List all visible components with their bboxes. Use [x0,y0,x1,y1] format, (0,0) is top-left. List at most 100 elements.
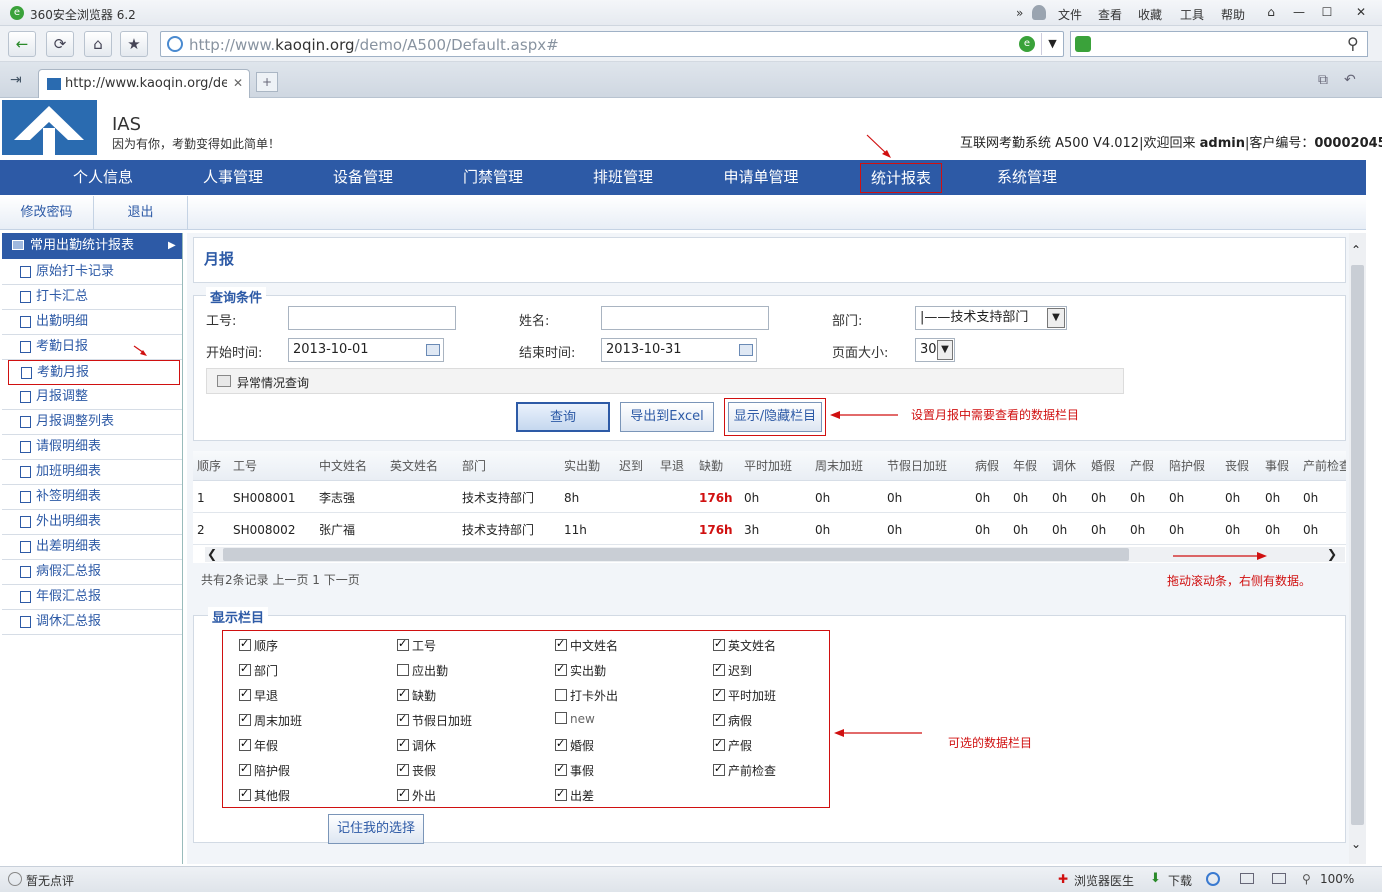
column-option[interactable]: 调休 [397,737,436,754]
ie-icon[interactable] [1206,872,1220,886]
column-option[interactable]: 缺勤 [397,687,436,704]
checkbox[interactable] [239,687,251,701]
column-option[interactable]: 英文姓名 [713,637,776,654]
checkbox[interactable] [555,637,567,651]
sidebar-item[interactable]: 请假明细表 [2,435,182,460]
checkbox[interactable] [713,662,725,676]
checkbox[interactable] [555,762,567,776]
tab-close-icon[interactable]: ✕ [233,76,243,90]
column-option[interactable]: 部门 [239,662,278,679]
menu-view[interactable]: 查看 [1098,6,1122,23]
table-row[interactable]: 1 SH008001 李志强 技术支持部门 8h 176h 0h 0h 0h 0h 0h 0h 0h 0h… [193,483,1346,513]
column-option[interactable]: 平时加班 [713,687,776,704]
sidebar-item[interactable]: 考勤日报 [2,335,182,360]
search-box[interactable]: ⚲ [1070,31,1368,57]
sidebar-item[interactable]: 考勤月报 [8,360,180,385]
download-link[interactable]: 下载 [1168,872,1192,889]
minimize-button[interactable]: — [1288,3,1310,21]
checkbox[interactable] [555,712,567,724]
column-option[interactable]: 病假 [713,712,752,729]
column-option[interactable]: 顺序 [239,637,278,654]
sidebar-item[interactable]: 出差明细表 [2,535,182,560]
column-option[interactable]: 婚假 [555,737,594,754]
sidebar-item[interactable]: 补签明细表 [2,485,182,510]
column-option[interactable]: 早退 [239,687,278,704]
sidebar-item[interactable]: 原始打卡记录 [2,260,182,285]
chevron-down-icon[interactable]: ▼ [937,340,953,360]
column-option[interactable]: 迟到 [713,662,752,679]
checkbox[interactable] [397,637,409,651]
column-option[interactable]: 周末加班 [239,712,302,729]
checkbox[interactable] [713,762,725,776]
checkbox[interactable] [555,737,567,751]
calendar-icon[interactable] [739,344,753,356]
column-option[interactable]: 实出勤 [555,662,606,679]
checkbox[interactable] [397,787,409,801]
nav-access-control[interactable]: 门禁管理 [430,160,556,195]
column-option[interactable]: 丧假 [397,762,436,779]
column-option[interactable]: 节假日加班 [397,712,472,729]
undo-close-icon[interactable]: ↶ [1344,72,1356,88]
column-option[interactable]: 工号 [397,637,436,654]
column-option[interactable]: 陪护假 [239,762,290,779]
sidebar-item[interactable]: 出勤明细 [2,310,182,335]
checkbox[interactable] [397,712,409,726]
abnormal-query-bar[interactable]: 异常情况查询 [206,368,1124,394]
search-engine-icon[interactable] [1075,36,1091,52]
favorite-star-button[interactable]: ★ [120,31,148,57]
dept-select[interactable]: |——技术支持部门 ▼ [915,306,1067,330]
url-dropdown-icon[interactable]: ▼ [1041,33,1063,55]
menu-tools[interactable]: 工具 [1180,6,1204,23]
checkbox[interactable] [239,762,251,776]
column-option[interactable]: 其他假 [239,787,290,804]
checkbox[interactable] [713,637,725,651]
nav-hr[interactable]: 人事管理 [170,160,296,195]
checkbox[interactable] [713,737,725,751]
nav-reports[interactable]: 统计报表 [860,163,942,193]
sidebar-item[interactable]: 年假汇总报 [2,585,182,610]
checkbox[interactable] [239,662,251,676]
sidebar-header[interactable]: 常用出勤统计报表 ▶ [2,233,182,259]
browser-doctor[interactable]: 浏览器医生 [1074,872,1134,889]
menu-favorites[interactable]: 收藏 [1138,6,1162,23]
column-option[interactable]: 年假 [239,737,278,754]
sidebar-item[interactable]: 月报调整列表 [2,410,182,435]
vertical-scrollbar[interactable]: ⌃ ⌄ [1349,233,1366,864]
url-text[interactable]: http://www.kaoqin.org/demo/A500/Default.… [189,36,559,54]
table-row[interactable]: 2 SH008002 张广福 技术支持部门 11h 176h 3h 0h 0h 0h 0h 0h 0h 0… [193,515,1346,545]
start-date-input[interactable]: 2013-10-01 [288,338,444,362]
scroll-down-icon[interactable]: ⌄ [1351,837,1361,851]
home-button[interactable]: ⌂ [84,31,112,57]
checkbox[interactable] [713,712,725,726]
status-rating[interactable]: 暂无点评 [26,872,74,889]
new-tab-button[interactable]: + [256,72,278,92]
nav-system[interactable]: 系统管理 [964,160,1090,195]
zoom-level[interactable]: 100% [1320,872,1354,886]
checkbox[interactable] [555,787,567,801]
nav-applications[interactable]: 申请单管理 [696,160,826,195]
column-option[interactable]: 事假 [555,762,594,779]
query-button[interactable]: 查询 [516,402,610,432]
column-option[interactable]: 应出勤 [397,662,448,679]
checkbox[interactable] [239,637,251,651]
calendar-icon[interactable] [426,344,440,356]
column-option[interactable]: 产假 [713,737,752,754]
checkbox[interactable] [239,712,251,726]
checkbox[interactable] [713,687,725,701]
checkbox[interactable] [239,737,251,751]
logout-link[interactable]: 退出 [94,196,188,230]
column-option[interactable]: 产前检查 [713,762,776,779]
window-icon[interactable] [1240,873,1254,884]
end-date-input[interactable]: 2013-10-31 [601,338,757,362]
restore-tab-icon[interactable]: ⧉ [1318,72,1328,88]
checkbox[interactable] [397,664,409,676]
column-option[interactable]: 中文姓名 [555,637,618,654]
scroll-left-icon[interactable]: ❮ [205,547,219,562]
checkbox[interactable] [239,787,251,801]
chevron-more-icon[interactable]: » [1016,6,1023,20]
vscroll-thumb[interactable] [1351,265,1364,825]
search-icon[interactable]: ⚲ [1347,34,1359,53]
refresh-button[interactable]: ⟳ [46,31,74,57]
checkbox[interactable] [555,689,567,701]
back-button[interactable]: ← [8,31,36,57]
